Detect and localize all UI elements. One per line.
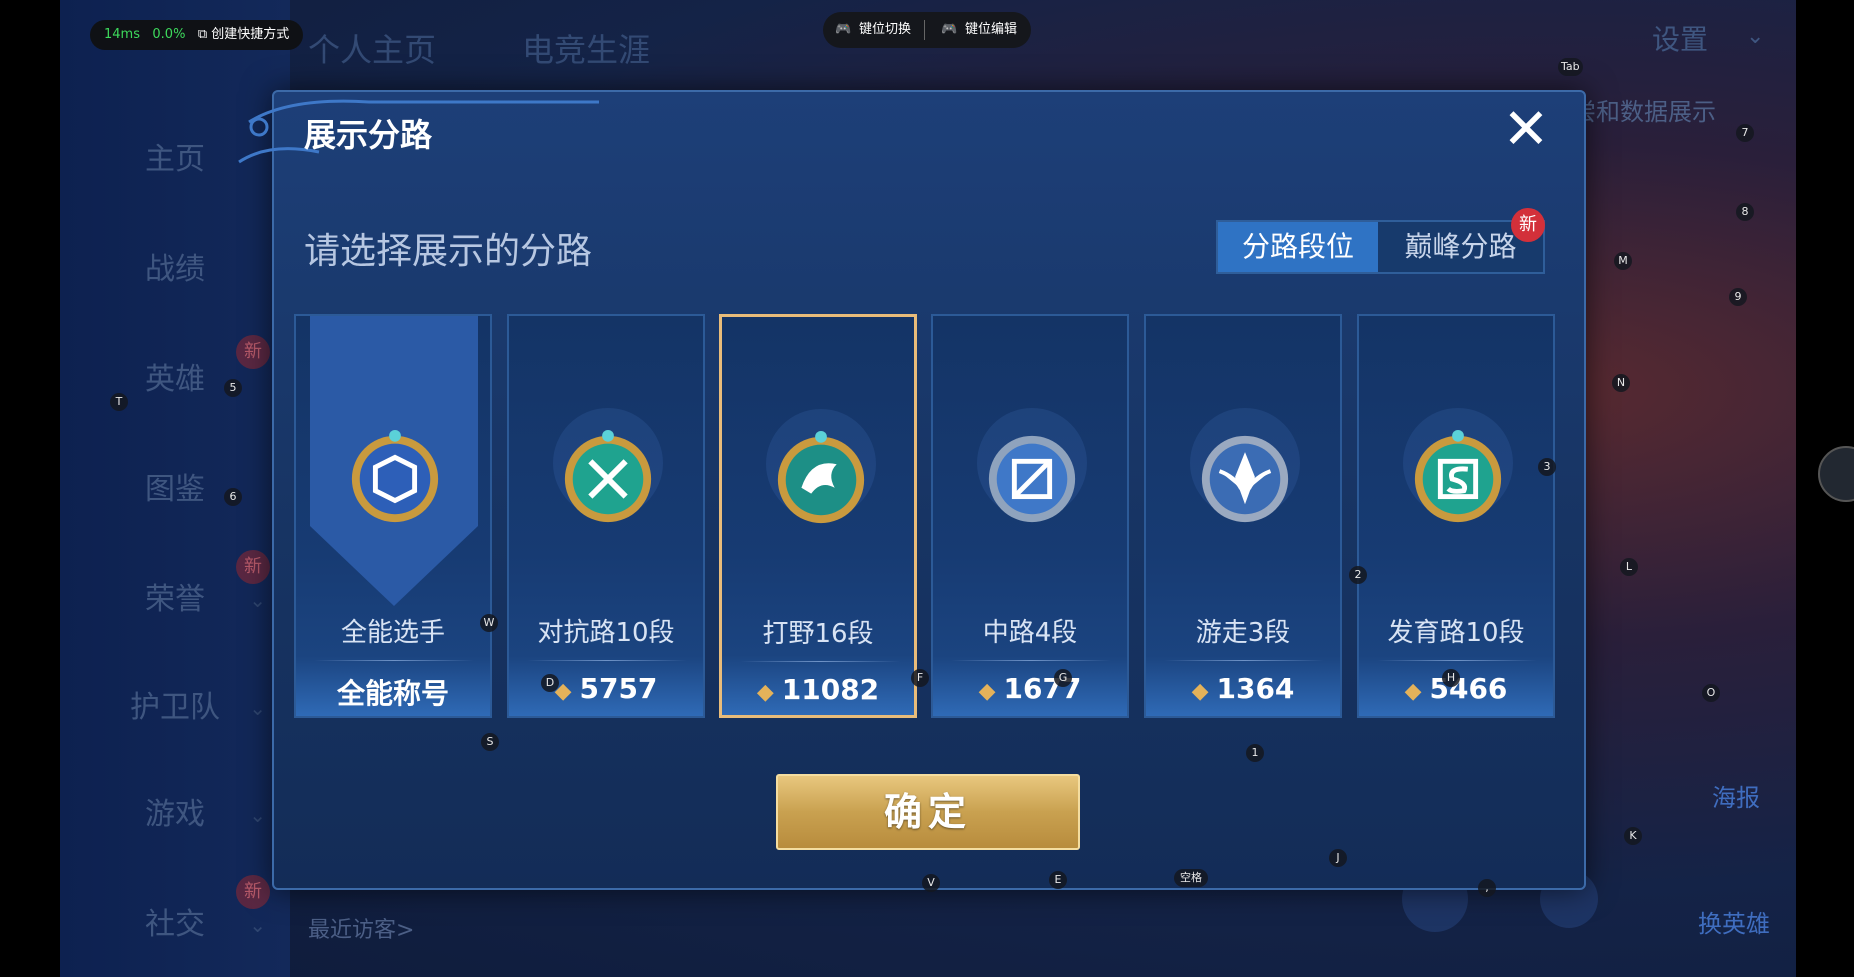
divider bbox=[1377, 660, 1537, 661]
lane-card-allround[interactable]: 全能选手 全能称号 bbox=[294, 314, 492, 718]
key-hint: V bbox=[922, 874, 940, 892]
key-hint: 6 bbox=[224, 488, 242, 506]
create-shortcut-link[interactable]: 创建快捷方式 bbox=[211, 27, 289, 42]
side-handle-button[interactable] bbox=[1818, 446, 1854, 502]
lane-card-roam[interactable]: 游走3段 ◆ 1364 bbox=[1144, 314, 1342, 718]
key-hint: K bbox=[1624, 827, 1642, 845]
score-icon: ◆ bbox=[756, 680, 774, 705]
key-hint: L bbox=[1620, 558, 1638, 576]
key-hint: , bbox=[1478, 879, 1496, 897]
gamepad-icon: 🎮 bbox=[835, 22, 852, 37]
key-hint: D bbox=[541, 674, 559, 692]
allround-emblem-icon bbox=[351, 429, 439, 523]
score-icon: ◆ bbox=[1404, 679, 1422, 704]
sidebar-item-game: 游戏 ⌄ bbox=[60, 785, 290, 845]
key-hint: 7 bbox=[1736, 124, 1754, 142]
latency-value: 14ms bbox=[104, 27, 140, 42]
divider bbox=[1164, 660, 1324, 661]
divider bbox=[527, 660, 687, 661]
close-button[interactable]: ✕ bbox=[1498, 102, 1554, 158]
key-hint: E bbox=[1049, 871, 1067, 889]
lane-name: 全能选手 bbox=[340, 618, 445, 648]
lane-display-dialog: 展示分路 ✕ 请选择展示的分路 分路段位 巅峰分路 新 全能选手 全能称号 对抗… bbox=[238, 90, 1586, 890]
poster-label: 海报 bbox=[1712, 784, 1760, 812]
new-badge: 新 bbox=[236, 550, 270, 584]
clash-lane-emblem-icon bbox=[564, 429, 652, 523]
lane-name: 打野16段 bbox=[762, 619, 874, 649]
close-icon: ✕ bbox=[1502, 97, 1550, 162]
dialog-title: 展示分路 bbox=[304, 116, 433, 154]
shortcut-icon: ⧉ bbox=[197, 27, 208, 42]
chevron-down-icon: ⌄ bbox=[249, 696, 266, 720]
key-hint: F bbox=[911, 669, 929, 687]
lane-score: ◆ 1677 bbox=[978, 672, 1082, 705]
key-hint: M bbox=[1614, 252, 1632, 270]
lane-name: 发育路10段 bbox=[1387, 618, 1525, 648]
recent-visitors: 最近访客> bbox=[308, 918, 415, 943]
roam-emblem-icon bbox=[1201, 435, 1289, 523]
key-hint: 3 bbox=[1538, 458, 1556, 476]
sidebar-item-record: 战绩 bbox=[145, 252, 205, 287]
key-hint: S bbox=[481, 733, 499, 751]
chevron-down-icon: ⌄ bbox=[1746, 24, 1765, 49]
key-hint: 5 bbox=[224, 379, 242, 397]
lane-name: 游走3段 bbox=[1195, 618, 1291, 648]
farm-lane-emblem-icon bbox=[1414, 429, 1502, 523]
chevron-down-icon: ⌄ bbox=[249, 803, 266, 827]
data-show-text: 尝和数据展示 bbox=[1572, 98, 1716, 126]
divider bbox=[314, 660, 474, 661]
key-hint: O bbox=[1702, 684, 1720, 702]
key-hint: W bbox=[480, 614, 498, 632]
toggle-lane-rank[interactable]: 分路段位 bbox=[1218, 222, 1378, 272]
lane-card-jungle[interactable]: 打野16段 ◆ 11082 bbox=[719, 314, 917, 718]
settings-label: 设置 bbox=[1652, 23, 1709, 56]
loss-value: 0.0% bbox=[152, 27, 186, 42]
key-hint: 空格 bbox=[1174, 869, 1208, 887]
divider bbox=[740, 661, 900, 662]
lane-card-farm[interactable]: 发育路10段 ◆ 5466 bbox=[1357, 314, 1555, 718]
sidebar-item-atlas: 图鉴 bbox=[145, 472, 205, 507]
key-switch-button[interactable]: 键位切换 bbox=[859, 12, 911, 48]
key-hint: 2 bbox=[1349, 566, 1367, 584]
lane-card-clash[interactable]: 对抗路10段 ◆ 5757 bbox=[507, 314, 705, 718]
key-edit-button[interactable]: 键位编辑 bbox=[965, 12, 1017, 48]
confirm-button[interactable]: 确定 bbox=[776, 774, 1080, 850]
score-icon: ◆ bbox=[1191, 679, 1209, 704]
key-hint: G bbox=[1054, 669, 1072, 687]
lane-score: ◆ 5757 bbox=[554, 672, 658, 705]
key-hint: J bbox=[1329, 849, 1347, 867]
key-hint: N bbox=[1612, 374, 1630, 392]
mid-lane-emblem-icon bbox=[988, 435, 1076, 523]
gamepad-icon: 🎮 bbox=[941, 22, 958, 37]
tab-profile: 个人主页 bbox=[308, 31, 437, 69]
jungle-emblem-icon bbox=[777, 430, 865, 524]
new-badge: 新 bbox=[1511, 208, 1545, 242]
score-icon: ◆ bbox=[978, 679, 996, 704]
new-badge: 新 bbox=[236, 875, 270, 909]
key-hint: Tab bbox=[1558, 58, 1583, 76]
key-hint: H bbox=[1442, 669, 1460, 687]
lane-name: 中路4段 bbox=[982, 618, 1078, 648]
lane-score: 全能称号 bbox=[336, 677, 449, 710]
key-hint: 9 bbox=[1729, 288, 1747, 306]
key-hint: 8 bbox=[1736, 203, 1754, 221]
lane-score: ◆ 11082 bbox=[756, 673, 880, 706]
divider bbox=[951, 660, 1111, 661]
key-hint: 1 bbox=[1246, 744, 1264, 762]
dialog-prompt: 请选择展示的分路 bbox=[304, 231, 593, 272]
change-hero-label: 换英雄 bbox=[1698, 910, 1770, 938]
tab-esports: 电竞生涯 bbox=[522, 31, 651, 69]
lane-score: ◆ 1364 bbox=[1191, 672, 1295, 705]
perf-overlay: 14ms 0.0% ⧉ 创建快捷方式 bbox=[90, 20, 304, 50]
sidebar-item-guard: 护卫队 ⌄ bbox=[60, 678, 290, 738]
divider bbox=[924, 20, 925, 40]
new-badge: 新 bbox=[236, 335, 270, 369]
mode-toggle: 分路段位 巅峰分路 新 bbox=[1216, 208, 1545, 274]
key-hint: T bbox=[110, 393, 128, 411]
lane-card-mid[interactable]: 中路4段 ◆ 1677 bbox=[931, 314, 1129, 718]
lane-name: 对抗路10段 bbox=[537, 618, 675, 648]
key-toolbar: 🎮 键位切换 🎮 键位编辑 bbox=[823, 12, 1031, 48]
